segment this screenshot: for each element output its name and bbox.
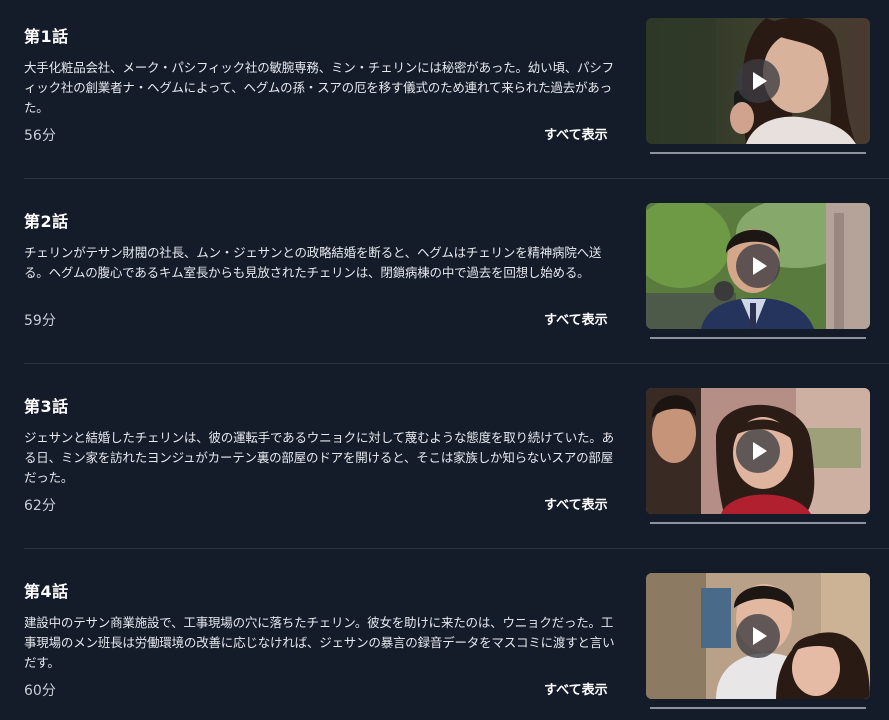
show-all-button[interactable]: すべて表示 [544, 311, 608, 331]
episode-duration: 60分 [24, 683, 56, 699]
episode-duration: 59分 [24, 313, 56, 329]
progress-bar [650, 522, 866, 524]
episode-duration: 56分 [24, 128, 56, 144]
play-icon [753, 257, 767, 275]
episode-list: 第1話 大手化粧品会社、メーク・パシフィック社の敏腕専務、ミン・チェリンには秘密… [0, 0, 889, 720]
progress-bar [650, 152, 866, 154]
episode-item: 第4話 建設中のテサン商業施設で、工事現場の穴に落ちたチェリン。彼女を助けに来た… [0, 555, 889, 720]
play-button[interactable] [736, 429, 780, 473]
episode-description: チェリンがテサン財閥の社長、ムン・ジェサンとの政略結婚を断ると、ヘグムはチェリン… [24, 245, 602, 280]
episode-description: ジェサンと結婚したチェリンは、彼の運転手であるウニョクに対して蔑むような態度を取… [24, 430, 614, 485]
divider [24, 178, 889, 179]
divider [24, 363, 889, 364]
episode-thumbnail[interactable] [646, 388, 870, 514]
episode-thumbnail[interactable] [646, 18, 870, 144]
episode-title: 第4話 [24, 582, 69, 601]
progress-bar [650, 707, 866, 709]
play-icon [753, 72, 767, 90]
play-icon [753, 442, 767, 460]
show-all-button[interactable]: すべて表示 [544, 496, 608, 516]
episode-item: 第3話 ジェサンと結婚したチェリンは、彼の運転手であるウニョクに対して蔑むような… [0, 370, 889, 555]
episode-title: 第1話 [24, 27, 69, 46]
show-all-button[interactable]: すべて表示 [544, 126, 608, 146]
show-all-button[interactable]: すべて表示 [544, 681, 608, 701]
episode-title: 第2話 [24, 212, 69, 231]
play-button[interactable] [736, 614, 780, 658]
episode-thumbnail[interactable] [646, 573, 870, 699]
divider [24, 548, 889, 549]
episode-item: 第2話 チェリンがテサン財閥の社長、ムン・ジェサンとの政略結婚を断ると、ヘグムは… [0, 185, 889, 370]
play-button[interactable] [736, 59, 780, 103]
episode-thumbnail[interactable] [646, 203, 870, 329]
progress-bar [650, 337, 866, 339]
episode-description: 建設中のテサン商業施設で、工事現場の穴に落ちたチェリン。彼女を助けに来たのは、ウ… [24, 615, 615, 670]
episode-duration: 62分 [24, 498, 56, 514]
episode-title: 第3話 [24, 397, 69, 416]
play-button[interactable] [736, 244, 780, 288]
play-icon [753, 627, 767, 645]
episode-item: 第1話 大手化粧品会社、メーク・パシフィック社の敏腕専務、ミン・チェリンには秘密… [0, 0, 889, 185]
episode-description: 大手化粧品会社、メーク・パシフィック社の敏腕専務、ミン・チェリンには秘密があった… [24, 60, 614, 115]
